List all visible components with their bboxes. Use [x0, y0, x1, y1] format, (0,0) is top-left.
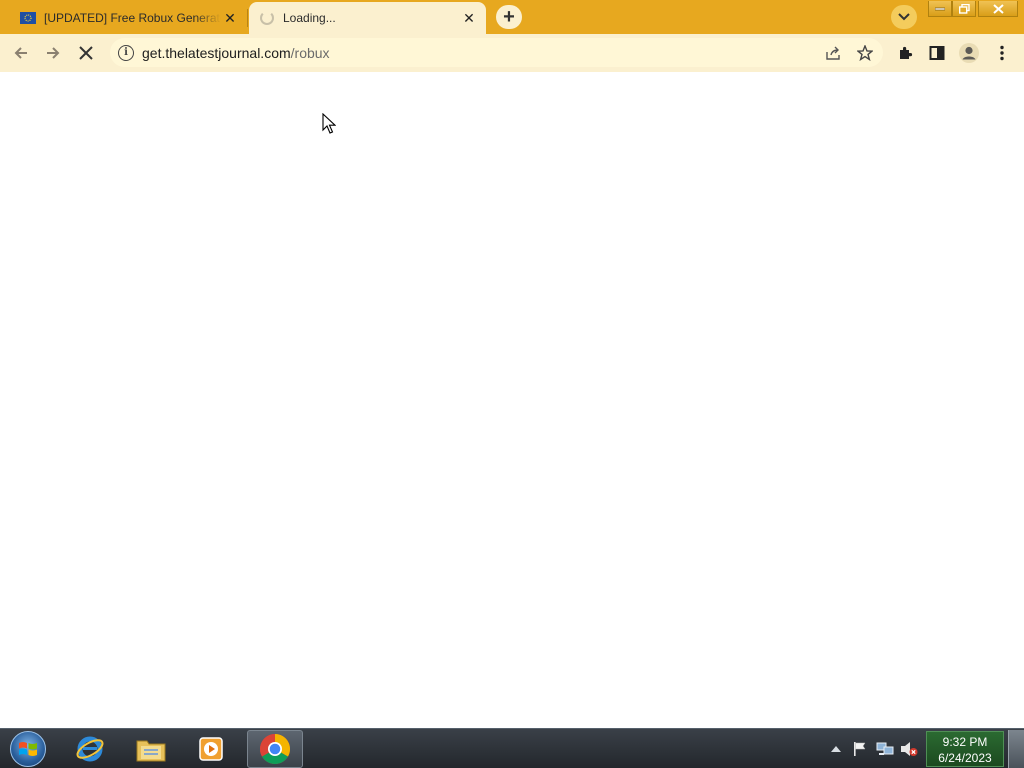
action-center-flag-icon[interactable] [851, 729, 869, 768]
show-desktop-button[interactable] [1008, 730, 1024, 768]
menu-kebab-icon[interactable] [991, 42, 1013, 64]
mouse-pointer-icon [322, 112, 337, 140]
tab-title: Loading... [283, 11, 336, 25]
tab-close-icon[interactable]: ✕ [221, 9, 239, 27]
tab-close-icon[interactable]: ✕ [460, 9, 478, 27]
url-text: get.thelatestjournal.com/robux [142, 44, 330, 61]
system-clock[interactable]: 9:32 PM 6/24/2023 [926, 731, 1004, 767]
clock-time: 9:32 PM [942, 735, 988, 749]
minimize-button[interactable] [928, 0, 952, 18]
network-icon[interactable] [875, 729, 895, 768]
file-explorer-icon [136, 740, 166, 762]
site-info-icon[interactable]: i [118, 44, 134, 61]
stop-loading-button[interactable] [73, 40, 99, 66]
volume-muted-icon[interactable] [899, 729, 919, 768]
close-window-button[interactable] [978, 0, 1018, 18]
loading-spinner-icon [259, 11, 275, 25]
flag-favicon-icon [20, 12, 36, 24]
tab-loading[interactable]: Loading... ✕ [249, 2, 486, 34]
windows-logo-icon [10, 731, 46, 767]
web-page-content [0, 72, 1024, 728]
close-icon [79, 46, 93, 60]
arrow-right-icon [47, 47, 60, 59]
close-icon [992, 3, 1004, 14]
bookmark-star-icon[interactable] [856, 44, 874, 62]
tab-robux-generator[interactable]: [UPDATED] Free Robux Generator ✕ [10, 2, 247, 34]
internet-explorer-button[interactable] [62, 730, 118, 768]
chrome-icon [259, 734, 291, 765]
new-tab-button[interactable]: + [496, 5, 522, 29]
media-player-button[interactable] [183, 730, 239, 768]
forward-button[interactable] [40, 40, 66, 66]
browser-toolbar: i get.thelatestjournal.com/robux [0, 34, 1024, 72]
address-bar[interactable]: i get.thelatestjournal.com/robux [110, 38, 883, 67]
share-icon[interactable] [824, 44, 842, 62]
tab-separator [247, 9, 248, 27]
media-player-icon [199, 737, 223, 761]
profile-avatar-icon[interactable] [958, 42, 980, 64]
tab-strip: [UPDATED] Free Robux Generator ✕ Loading… [0, 0, 1024, 34]
chrome-taskbar-button[interactable] [247, 730, 303, 768]
back-button[interactable] [8, 40, 34, 66]
show-hidden-icons-button[interactable] [829, 729, 843, 768]
restore-icon [958, 3, 970, 14]
windows-taskbar: 9:32 PM 6/24/2023 [0, 728, 1024, 768]
start-button[interactable] [4, 730, 52, 768]
tab-search-button[interactable] [891, 5, 917, 29]
restore-button[interactable] [952, 0, 976, 18]
browser-window-frame: [UPDATED] Free Robux Generator ✕ Loading… [0, 0, 1024, 72]
arrow-left-icon [14, 47, 27, 59]
file-explorer-button[interactable] [123, 730, 179, 768]
extensions-puzzle-icon[interactable] [894, 42, 916, 64]
clock-date: 6/24/2023 [938, 751, 992, 765]
tab-title: [UPDATED] Free Robux Generator [44, 11, 221, 25]
internet-explorer-icon [76, 736, 104, 762]
chevron-down-icon [898, 13, 910, 21]
minimize-icon [935, 7, 945, 10]
side-panel-icon[interactable] [926, 42, 948, 64]
chevron-up-icon [831, 746, 841, 752]
